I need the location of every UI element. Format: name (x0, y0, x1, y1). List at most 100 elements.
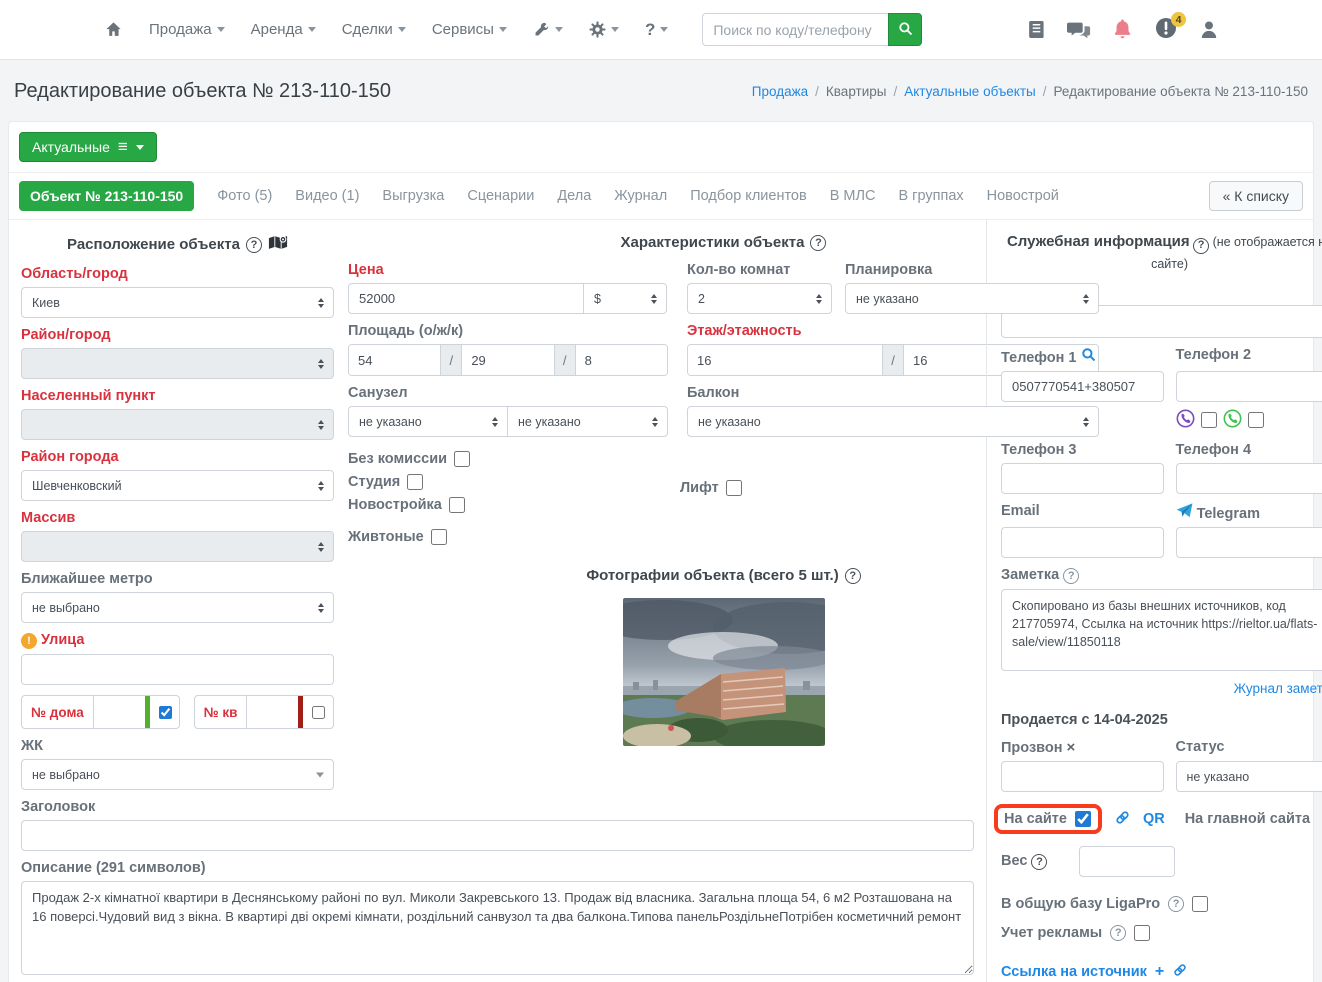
telegram-input[interactable] (1175, 527, 1322, 558)
weight-input[interactable] (1079, 846, 1176, 877)
on-site-checkbox[interactable] (1074, 811, 1091, 827)
map-icon[interactable] (268, 234, 288, 255)
street-input[interactable] (21, 654, 334, 685)
bell-icon (1113, 18, 1132, 42)
layout-select[interactable]: не указано (845, 283, 1099, 314)
link-icon[interactable] (1114, 809, 1131, 829)
source-link[interactable]: Ссылка на источник (1001, 962, 1322, 982)
updown-arrows-icon (816, 293, 822, 304)
help-icon[interactable] (1168, 896, 1185, 912)
menu-deals[interactable]: Сделки (342, 21, 406, 38)
alerts-indicator[interactable]: 4 (1154, 12, 1186, 43)
ligapro-checkbox[interactable] (1192, 896, 1209, 912)
phone2-input[interactable] (1175, 371, 1322, 402)
price-input[interactable] (348, 283, 584, 314)
breadcrumb-sales[interactable]: Продажа (752, 84, 808, 99)
tab-photos[interactable]: Фото (5) (217, 188, 272, 204)
help-icon[interactable] (810, 234, 827, 251)
district-label: Район/город (21, 327, 111, 343)
phone2-viber-checkbox[interactable] (1200, 412, 1217, 428)
settlement-select[interactable] (21, 409, 334, 440)
apt-show-checkbox[interactable] (312, 703, 326, 721)
house-show-checkbox[interactable] (158, 703, 172, 721)
area-kitchen-input[interactable] (575, 345, 667, 375)
help-icon[interactable] (245, 236, 262, 253)
tools-menu[interactable] (533, 21, 563, 38)
search-input[interactable] (702, 13, 889, 46)
apt-number-input[interactable] (246, 696, 299, 728)
search-button[interactable] (888, 13, 923, 46)
elevator-checkbox[interactable] (725, 480, 742, 496)
note-textarea[interactable]: Скопировано из базы внешних источников, … (1001, 589, 1322, 671)
currency-select[interactable]: $ (583, 283, 667, 314)
add-source-icon[interactable] (1155, 963, 1164, 981)
ads-checkbox[interactable] (1134, 925, 1151, 941)
user-profile-icon[interactable] (1200, 20, 1218, 39)
tab-journal[interactable]: Журнал (614, 188, 667, 204)
tab-mls[interactable]: В МЛС (830, 188, 876, 204)
back-to-list-button[interactable]: « К списку (1208, 181, 1303, 211)
phone1-input[interactable] (1001, 371, 1164, 402)
menu-rent[interactable]: Аренда (251, 21, 316, 38)
headline-input[interactable] (21, 820, 974, 851)
phone1-label: Телефон 1 (1001, 347, 1164, 366)
area-living-input[interactable] (462, 345, 554, 375)
city-district-select[interactable]: Шевченковский (21, 470, 334, 501)
tab-newbuild[interactable]: Новострой (987, 188, 1059, 204)
help-icon[interactable] (844, 567, 861, 584)
call-input[interactable] (1001, 761, 1164, 792)
help-icon[interactable] (1110, 925, 1127, 941)
updown-arrows-icon (318, 480, 324, 491)
object-photo-thumbnail[interactable] (592, 598, 863, 752)
pets-checkbox[interactable] (430, 529, 447, 545)
menu-services[interactable]: Сервисы (432, 21, 507, 38)
no-commission-checkbox[interactable] (454, 451, 471, 467)
house-number-input[interactable] (92, 696, 145, 728)
city-district-label: Район города (21, 449, 119, 465)
help-icon[interactable] (1193, 237, 1210, 254)
rooms-select[interactable]: 2 (687, 283, 832, 314)
help-menu[interactable]: ? (645, 20, 669, 40)
tab-object[interactable]: Объект № 213-110-150 (19, 181, 195, 211)
tab-scenarios[interactable]: Сценарии (467, 188, 534, 204)
note-log-link[interactable]: Журнал заметок (1001, 681, 1322, 696)
bathroom-select-1[interactable]: не указано (348, 406, 508, 437)
balcony-select[interactable]: не указано (687, 406, 1099, 437)
notifications-bell[interactable] (1113, 18, 1132, 42)
help-icon[interactable] (1063, 568, 1080, 584)
description-textarea[interactable]: Продаж 2-х кімнатної квартири в Деснянсь… (21, 881, 974, 975)
updown-arrows-icon (318, 297, 324, 308)
phone4-input[interactable] (1175, 463, 1322, 494)
district-select[interactable] (21, 348, 334, 379)
home-icon[interactable] (104, 20, 123, 39)
tab-video[interactable]: Видео (1) (295, 188, 359, 204)
tab-export[interactable]: Выгрузка (382, 188, 444, 204)
studio-checkbox[interactable] (407, 474, 424, 490)
menu-sales[interactable]: Продажа (149, 21, 225, 38)
massiv-select[interactable] (21, 531, 334, 562)
phone2-whatsapp-checkbox[interactable] (1247, 412, 1264, 428)
link-icon[interactable] (1172, 962, 1188, 982)
area-total-input[interactable] (349, 345, 441, 375)
settings-menu[interactable] (589, 21, 619, 38)
bathroom-select-2[interactable]: не указано (507, 406, 668, 437)
journal-icon[interactable] (1028, 20, 1045, 39)
tab-groups[interactable]: В группах (898, 188, 963, 204)
status-actual-button[interactable]: Актуальные (19, 132, 157, 162)
status-select[interactable]: не указано (1175, 761, 1322, 792)
messages-icon[interactable] (1067, 20, 1091, 40)
floor-input[interactable] (688, 345, 882, 375)
slash-separator (553, 345, 576, 375)
phone-search-icon[interactable] (1081, 348, 1096, 366)
updown-arrows-icon (492, 416, 498, 427)
qr-link[interactable]: QR (1143, 811, 1165, 827)
tab-tasks[interactable]: Дела (557, 188, 591, 204)
complex-select[interactable]: не выбрано (21, 759, 334, 790)
help-icon[interactable] (1031, 854, 1048, 870)
metro-select[interactable]: не выбрано (21, 592, 334, 623)
region-select[interactable]: Киев (21, 287, 334, 318)
breadcrumb-actual-objects[interactable]: Актуальные объекты (904, 84, 1036, 99)
clear-icon[interactable] (1067, 739, 1076, 756)
tab-client-match[interactable]: Подбор клиентов (690, 188, 806, 204)
new-building-checkbox[interactable] (448, 497, 465, 513)
